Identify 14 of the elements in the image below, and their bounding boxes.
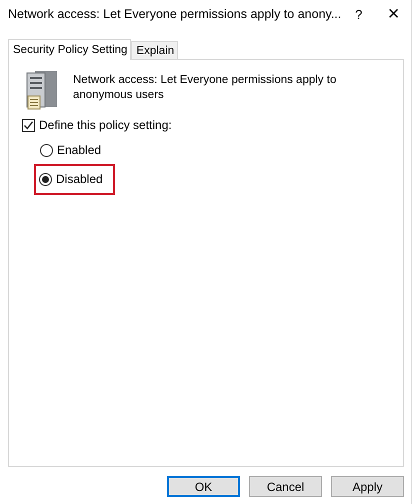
- define-checkbox[interactable]: Define this policy setting:: [22, 118, 391, 132]
- window-title: Network access: Let Everyone permissions apply to anony...: [8, 7, 342, 21]
- server-icon: [25, 70, 59, 110]
- close-button[interactable]: ×: [376, 0, 411, 28]
- policy-name: Network access: Let Everyone permissions apply to anonymous users: [73, 73, 338, 103]
- dialog-button[interactable]: Cancel: [249, 476, 322, 497]
- tab[interactable]: Explain: [131, 41, 178, 59]
- check-icon: [23, 120, 34, 130]
- tab[interactable]: Security Policy Setting: [8, 39, 132, 60]
- radio-option[interactable]: Disabled: [34, 164, 115, 195]
- dialog-button[interactable]: Apply: [331, 476, 404, 497]
- dialog-button[interactable]: OK: [167, 476, 240, 497]
- help-button[interactable]: ?: [341, 0, 376, 28]
- radio-option[interactable]: Enabled: [35, 138, 112, 162]
